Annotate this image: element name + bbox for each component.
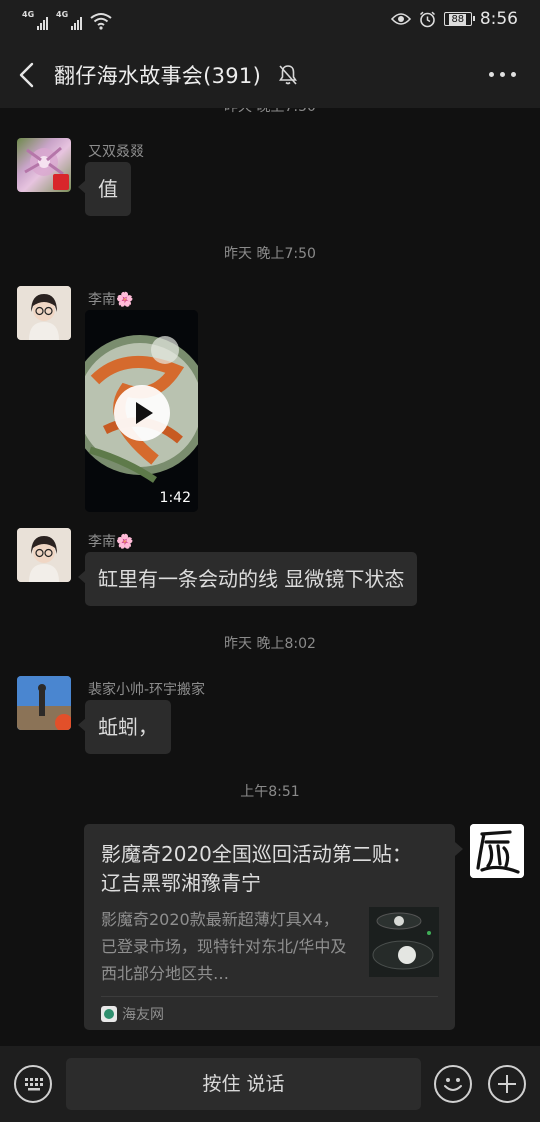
timestamp-cut: 昨天 晚上7:50 <box>0 108 540 116</box>
my-avatar[interactable] <box>470 824 524 878</box>
status-bar: 4G 4G 88 8:56 <box>0 0 540 42</box>
avatar-image <box>17 528 71 582</box>
keyboard-icon[interactable] <box>14 1065 52 1103</box>
emoji-glyph <box>444 1078 462 1091</box>
timestamp: 昨天 晚上7:50 <box>224 246 316 262</box>
alarm-icon <box>419 11 435 27</box>
signal-label: 4G <box>56 10 69 19</box>
flag-badge-icon <box>53 174 69 190</box>
message-bubble[interactable]: 值 <box>78 162 131 216</box>
link-card-description: 影魔奇2020款最新超薄灯具X4，已登录市场，现特针对东北/华中及西北部分地区共… <box>101 910 347 983</box>
link-card-source: 海友网 <box>101 1004 164 1024</box>
source-name: 海友网 <box>122 1007 164 1023</box>
signal-label: 4G <box>22 10 35 19</box>
link-card-thumbnail <box>369 907 439 977</box>
source-logo-icon <box>101 1006 117 1022</box>
wifi-icon <box>90 13 112 30</box>
hold-to-talk-button[interactable]: 按住 说话 <box>66 1058 421 1110</box>
keyboard-glyph <box>25 1078 43 1091</box>
battery-level: 88 <box>449 13 467 25</box>
timestamp: 昨天 晚上8:02 <box>224 636 316 652</box>
timestamp: 上午8:51 <box>240 784 300 800</box>
message-bubble[interactable]: 蚯蚓， <box>78 700 171 754</box>
input-bar: 按住 说话 <box>0 1046 540 1122</box>
signal-icon: 4G <box>22 10 48 30</box>
avatar[interactable] <box>17 286 71 340</box>
plus-icon[interactable] <box>488 1065 526 1103</box>
battery-icon: 88 <box>443 12 475 26</box>
avatar[interactable] <box>17 138 71 192</box>
play-icon[interactable] <box>114 385 170 441</box>
emoji-icon[interactable] <box>434 1065 472 1103</box>
link-card-title: 影魔奇2020全国巡回活动第二贴： 辽吉黑鄂湘豫青宁 <box>101 842 412 895</box>
chat-title: 翻仔海水故事会(391) <box>54 64 262 88</box>
avatar-image <box>17 286 71 340</box>
lamp-product-image <box>369 907 439 977</box>
sender-name: 李南🌸 <box>88 534 134 550</box>
signal-icon: 4G <box>56 10 82 30</box>
sender-name: 裴家小帅-环宇搬家 <box>88 682 206 698</box>
message-bubble[interactable]: 缸里有一条会动的线 显微镜下状态 <box>77 552 418 606</box>
divider <box>101 996 438 997</box>
sender-name: 又双叒叕 <box>88 144 144 160</box>
avatar[interactable] <box>17 528 71 582</box>
avatar[interactable] <box>17 676 71 730</box>
sender-name: 李南🌸 <box>88 292 134 308</box>
back-arrow-icon[interactable] <box>14 60 42 90</box>
calligraphy-avatar-image <box>470 824 524 878</box>
status-time: 8:56 <box>479 9 518 29</box>
chat-header: 翻仔海水故事会(391) <box>0 42 540 108</box>
avatar-badge-icon <box>55 714 71 730</box>
eye-icon <box>390 13 411 25</box>
video-message[interactable]: 1:42 <box>85 310 198 512</box>
bell-muted-icon <box>279 65 297 85</box>
chat-messages[interactable]: 昨天 晚上7:50 又双叒叕 值 昨天 晚上7:50 李南🌸 <box>0 108 540 1046</box>
video-duration: 1:42 <box>159 490 191 506</box>
more-icon[interactable] <box>489 72 516 77</box>
link-card[interactable]: 影魔奇2020全国巡回活动第二贴： 辽吉黑鄂湘豫青宁 影魔奇2020款最新超薄灯… <box>84 824 463 1030</box>
